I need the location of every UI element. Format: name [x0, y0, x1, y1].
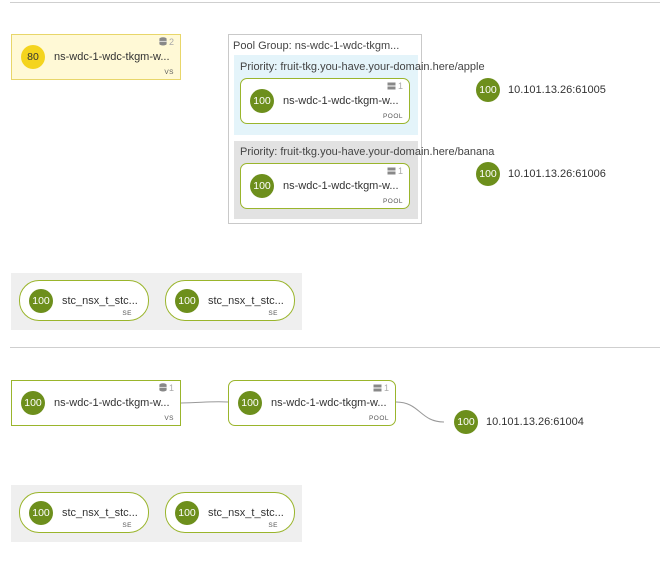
- node-type-label: SE: [268, 522, 278, 529]
- service-engine-node[interactable]: 100 stc_nsx_t_stc... SE: [19, 492, 149, 533]
- node-type-label: POOL: [368, 415, 389, 422]
- count-value: 1: [383, 383, 389, 393]
- count-value: 1: [168, 383, 174, 393]
- service-engine-name: stc_nsx_t_stc...: [62, 506, 138, 519]
- server-node[interactable]: 100 10.101.13.26:61004: [454, 410, 584, 434]
- health-score-badge: 100: [29, 500, 53, 525]
- service-engine-name: stc_nsx_t_stc...: [208, 506, 284, 519]
- node-type-label: SE: [122, 522, 132, 529]
- health-score-badge: 100: [175, 500, 199, 525]
- pool-name: ns-wdc-1-wdc-tkgm-w...: [271, 397, 387, 409]
- database-icon: [159, 383, 167, 392]
- vs-to-pool-connector: [180, 401, 229, 404]
- server-address: 10.101.13.26:61004: [486, 416, 584, 428]
- virtual-service-name: ns-wdc-1-wdc-tkgm-w...: [54, 397, 170, 409]
- server-stack-icon: [373, 384, 382, 392]
- node-type-label: VS: [164, 415, 174, 422]
- health-score-badge: 100: [238, 391, 262, 415]
- node-count: 1: [373, 383, 389, 393]
- virtual-service-node[interactable]: 1 100 ns-wdc-1-wdc-tkgm-w... VS: [11, 380, 181, 426]
- health-score-badge: 100: [454, 410, 478, 434]
- pool-to-server-connector: [395, 401, 445, 423]
- health-score-badge: 100: [21, 391, 45, 415]
- service-engine-node[interactable]: 100 stc_nsx_t_stc... SE: [165, 492, 295, 533]
- node-count: 1: [159, 383, 174, 393]
- pool-node[interactable]: 1 100 ns-wdc-1-wdc-tkgm-w... POOL: [228, 380, 396, 426]
